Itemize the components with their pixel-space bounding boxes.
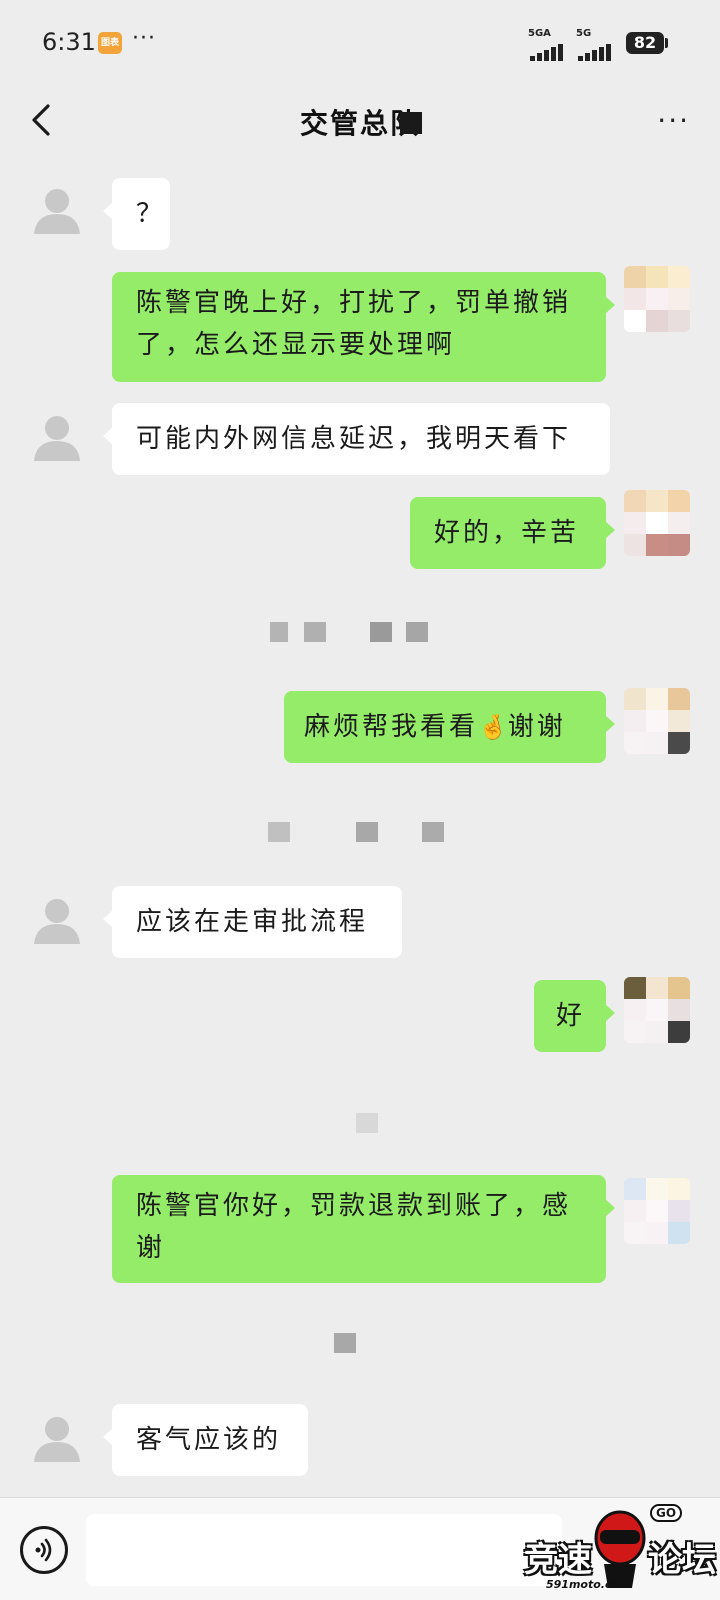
voice-icon xyxy=(35,1538,52,1562)
more-options-button[interactable]: ··· xyxy=(657,104,690,137)
redacted-timestamp xyxy=(334,1333,356,1353)
message-input[interactable] xyxy=(86,1514,562,1586)
message-bubble-incoming[interactable]: 可能内外网信息延迟，我明天看下 xyxy=(103,403,610,475)
redacted-timestamp xyxy=(268,822,444,842)
message-bubble-outgoing[interactable]: 陈警官晚上好，打扰了，罚单撤销了，怎么还显示要处理啊 xyxy=(112,272,615,382)
watermark-url: 591moto.com xyxy=(546,1578,631,1591)
forum-watermark-logo: 竞速 论坛 GO 591moto.com xyxy=(522,1502,720,1600)
redacted-timestamp xyxy=(356,1113,378,1133)
message-bubble-incoming[interactable]: 应该在走审批流程 xyxy=(103,886,402,958)
network-label-5g: 5G xyxy=(576,28,592,39)
status-time: 6:31 xyxy=(42,28,96,56)
default-avatar-icon xyxy=(34,899,80,944)
message-bubble-outgoing[interactable]: 好 xyxy=(534,980,615,1052)
fingers-crossed-emoji-icon: 🤞 xyxy=(478,713,508,741)
status-bar: 6:31 图表 ··· 5GA 5G 82 xyxy=(0,0,720,84)
my-avatar[interactable] xyxy=(624,1178,690,1244)
default-avatar-icon xyxy=(34,189,80,234)
my-avatar[interactable] xyxy=(624,490,690,556)
voice-button[interactable] xyxy=(20,1526,68,1574)
chat-title[interactable]: 交管总队 xyxy=(0,102,720,142)
contact-avatar[interactable] xyxy=(24,1406,90,1472)
network-label-5ga: 5GA xyxy=(528,28,551,39)
battery-icon: 82 xyxy=(626,32,664,54)
message-bubble-incoming[interactable]: ？ xyxy=(103,178,170,250)
contact-avatar[interactable] xyxy=(24,888,90,954)
watermark-go-badge: GO xyxy=(650,1504,683,1522)
message-bubble-outgoing[interactable]: 陈警官你好，罚款退款到账了，感谢 xyxy=(112,1175,615,1283)
message-bubble-outgoing[interactable]: 好的，辛苦 xyxy=(410,497,615,569)
contact-avatar[interactable] xyxy=(24,405,90,471)
contact-avatar[interactable] xyxy=(24,178,90,244)
status-more-icon: ··· xyxy=(132,26,156,51)
default-avatar-icon xyxy=(34,416,80,461)
message-text-after: 谢谢 xyxy=(507,712,566,742)
redacted-timestamp xyxy=(270,622,428,642)
default-avatar-icon xyxy=(34,1417,80,1462)
message-bubble-incoming[interactable]: 客气应该的 xyxy=(103,1404,308,1476)
app-badge-icon: 图表 xyxy=(98,32,122,54)
watermark-text-right: 论坛 xyxy=(648,1540,716,1580)
redaction-block xyxy=(400,112,422,134)
watermark-text-left: 竞速 xyxy=(524,1540,592,1580)
battery-tip xyxy=(665,38,668,48)
message-bubble-outgoing[interactable]: 麻烦帮我看看🤞谢谢 xyxy=(284,691,615,763)
my-avatar[interactable] xyxy=(624,688,690,754)
my-avatar[interactable] xyxy=(624,977,690,1043)
message-text: 麻烦帮我看看 xyxy=(304,712,479,742)
my-avatar[interactable] xyxy=(624,266,690,332)
chat-header: 交管总队 ··· xyxy=(0,84,720,158)
